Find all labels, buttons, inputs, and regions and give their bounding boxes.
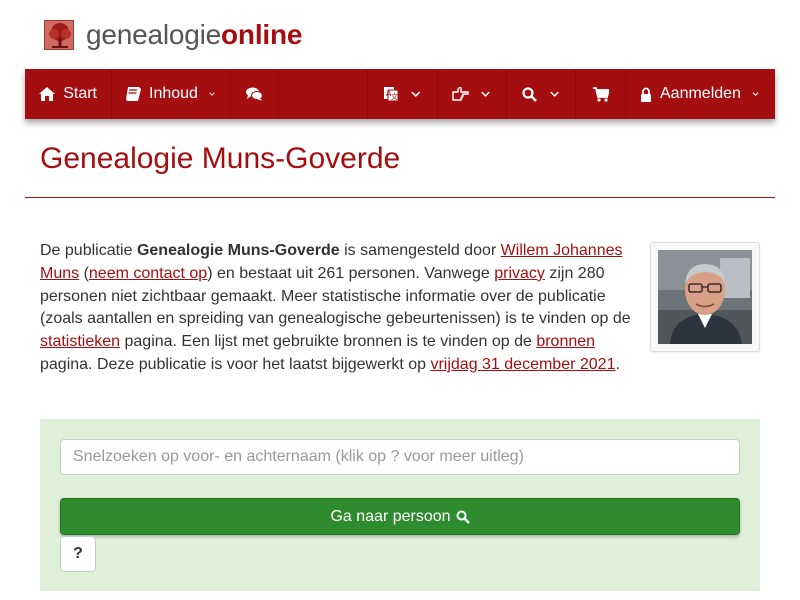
main-navbar: Start Inhoud A文 Aanmelden [25, 69, 775, 119]
chevron-down-icon [411, 91, 421, 98]
go-to-person-label: Ga naar persoon [330, 507, 451, 525]
last-updated-link[interactable]: vrijdag 31 december 2021 [430, 356, 615, 373]
intro-text: ) en bestaat uit 261 personen. Vanwege [207, 264, 495, 282]
statistics-link[interactable]: statistieken [40, 333, 120, 350]
chevron-down-icon [209, 92, 215, 96]
home-icon [39, 85, 56, 103]
svg-text:文: 文 [391, 92, 398, 101]
quick-search-input[interactable] [60, 439, 740, 475]
intro-text: . [615, 355, 620, 373]
author-portrait-image [658, 250, 752, 344]
search-help-button[interactable]: ? [60, 536, 96, 572]
chevron-down-icon [752, 92, 759, 97]
publication-name: Genealogie Muns-Goverde [136, 242, 340, 259]
title-divider [25, 197, 775, 198]
nav-login[interactable]: Aanmelden [626, 69, 774, 119]
site-name: genealogieonline [86, 18, 302, 52]
publication-intro: De publicatie Genealogie Muns-Goverde is… [40, 240, 635, 377]
nav-spacer [279, 69, 368, 119]
chevron-down-icon [550, 91, 559, 97]
nav-share[interactable] [438, 69, 507, 119]
intro-text: pagina. Deze publicatie is voor het laat… [40, 355, 431, 373]
tree-logo-icon [44, 20, 74, 50]
search-icon [456, 510, 470, 524]
book-icon [126, 85, 141, 103]
nav-search[interactable] [507, 69, 576, 119]
intro-text: is samengesteld door [339, 242, 501, 259]
privacy-link[interactable]: privacy [494, 265, 545, 282]
logo-text-online: online [221, 19, 303, 50]
intro-text: pagina. Een lijst met gebruikte bronnen … [120, 333, 537, 351]
intro-text: ( [79, 264, 89, 282]
site-logo[interactable]: genealogieonline [44, 18, 302, 52]
nav-shop[interactable] [576, 69, 626, 119]
chevron-down-icon [481, 91, 490, 97]
comments-icon [246, 85, 264, 103]
author-photo[interactable] [650, 242, 760, 352]
page-title: Genealogie Muns-Goverde [40, 142, 401, 175]
nav-start[interactable]: Start [25, 69, 112, 119]
nav-language[interactable]: A文 [368, 69, 438, 119]
search-icon [521, 85, 538, 103]
nav-start-label: Start [63, 85, 97, 102]
contact-link[interactable]: neem contact op [89, 265, 207, 282]
go-to-person-button[interactable]: Ga naar persoon [60, 498, 740, 535]
nav-login-label: Aanmelden [660, 85, 741, 102]
nav-forum[interactable] [231, 69, 279, 119]
sources-link[interactable]: bronnen [536, 333, 595, 350]
hand-pointer-icon [452, 85, 469, 103]
language-icon: A文 [382, 85, 399, 103]
lock-icon [640, 85, 652, 103]
intro-text: De publicatie [40, 242, 137, 259]
logo-text-genealogie: genealogie [86, 19, 222, 50]
nav-inhoud-label: Inhoud [149, 85, 198, 102]
nav-inhoud[interactable]: Inhoud [112, 69, 231, 119]
quick-search-panel: Ga naar persoon ? [40, 419, 760, 591]
cart-icon [592, 85, 610, 103]
